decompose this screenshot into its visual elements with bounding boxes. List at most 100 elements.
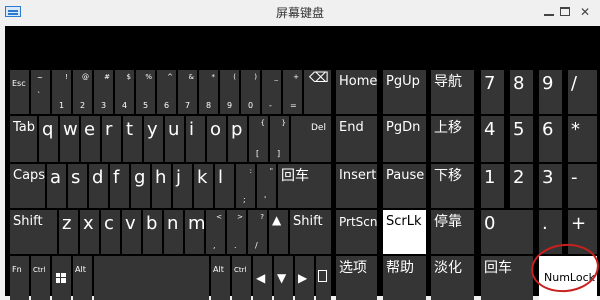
key-6[interactable]: ^ 6 — [157, 70, 176, 114]
numpad-7[interactable]: 7 — [481, 70, 504, 114]
key-insert[interactable]: Insert — [336, 164, 377, 208]
key-pause[interactable]: Pause — [383, 164, 426, 208]
key-2[interactable]: @2 — [73, 70, 92, 114]
key-4[interactable]: $4 — [115, 70, 134, 114]
key-alt-right[interactable]: Alt — [211, 256, 230, 300]
key-v[interactable]: v — [122, 210, 141, 254]
maximize-button[interactable] — [555, 4, 575, 20]
key-esc[interactable]: Esc — [10, 70, 29, 114]
key-1[interactable]: ! 1 — [52, 70, 71, 114]
key-shift-right[interactable]: Shift — [290, 210, 331, 254]
key-help[interactable]: 帮助 — [383, 256, 426, 300]
key-caps[interactable]: Caps — [10, 164, 45, 208]
key-move-down[interactable]: 下移 — [431, 164, 474, 208]
key-0[interactable]: ) 0 — [241, 70, 260, 114]
key-quote[interactable]: " ' — [257, 164, 276, 208]
key-s[interactable]: s — [68, 164, 87, 208]
key-fn[interactable]: Fn — [10, 256, 29, 300]
key-y[interactable]: y — [144, 116, 163, 162]
key-move-up[interactable]: 上移 — [431, 116, 474, 162]
numpad-enter[interactable]: 回车 — [481, 256, 533, 300]
key-r[interactable]: r — [102, 116, 121, 162]
key-w[interactable]: w — [60, 116, 79, 162]
key-o[interactable]: o — [207, 116, 226, 162]
numpad-dot[interactable]: . — [539, 210, 562, 254]
key-enter[interactable]: 回车 — [278, 164, 331, 208]
key-ctrl-left[interactable]: Ctrl — [31, 256, 50, 300]
key-n[interactable]: n — [164, 210, 183, 254]
numpad-0[interactable]: 0 — [481, 210, 533, 254]
numpad-4[interactable]: 4 — [481, 116, 504, 162]
key-up-arrow[interactable]: ▲ — [269, 210, 288, 254]
key-semicolon[interactable]: :; — [236, 164, 255, 208]
numpad-plus[interactable]: + — [568, 210, 597, 254]
key-z[interactable]: z — [59, 210, 78, 254]
key-period[interactable]: >. — [227, 210, 246, 254]
key-u[interactable]: u — [165, 116, 184, 162]
key-fade[interactable]: 淡化 — [431, 256, 474, 300]
numpad-2[interactable]: 2 — [510, 164, 533, 208]
numpad-star[interactable]: * — [568, 116, 597, 162]
key-down-arrow[interactable]: ▼ — [274, 256, 293, 300]
key-e[interactable]: e — [81, 116, 100, 162]
key-tab[interactable]: Tab — [10, 116, 37, 162]
key-k[interactable]: k — [194, 164, 213, 208]
key-i[interactable]: i — [186, 116, 205, 162]
numpad-9[interactable]: 9 — [539, 70, 562, 114]
key-home[interactable]: Home — [336, 70, 377, 114]
key-alt-left[interactable]: Alt — [73, 256, 92, 300]
key-right-arrow[interactable]: ▶ — [295, 256, 314, 300]
key-options[interactable]: 选项 — [336, 256, 377, 300]
numpad-minus[interactable]: - — [568, 164, 597, 208]
key-d[interactable]: d — [89, 164, 108, 208]
key-ctrl-right[interactable]: Ctrl — [232, 256, 251, 300]
key-9[interactable]: (9 — [220, 70, 239, 114]
key-numlock[interactable]: NumLock — [539, 256, 597, 300]
key-b[interactable]: b — [143, 210, 162, 254]
key-j[interactable]: j — [173, 164, 192, 208]
key-5[interactable]: % 5 — [136, 70, 155, 114]
key-c[interactable]: c — [101, 210, 120, 254]
key-rbracket[interactable]: }] — [270, 116, 289, 162]
key-space[interactable] — [94, 256, 209, 300]
key-lbracket[interactable]: {[ — [249, 116, 268, 162]
numpad-1[interactable]: 1 — [481, 164, 504, 208]
key-a[interactable]: a — [47, 164, 66, 208]
key-backspace[interactable]: ⌫ — [304, 70, 331, 114]
key-end[interactable]: End — [336, 116, 377, 162]
key-navigate[interactable]: 导航 — [431, 70, 474, 114]
key-p[interactable]: p — [228, 116, 247, 162]
numpad-slash[interactable]: / — [568, 70, 597, 114]
key-pgup[interactable]: PgUp — [383, 70, 426, 114]
key-x[interactable]: x — [80, 210, 99, 254]
key-7[interactable]: & 7 — [178, 70, 197, 114]
numpad-8[interactable]: 8 — [510, 70, 533, 114]
key-h[interactable]: h — [152, 164, 171, 208]
key-left-arrow[interactable]: ◀ — [253, 256, 272, 300]
numpad-3[interactable]: 3 — [539, 164, 562, 208]
key-t[interactable]: t — [123, 116, 142, 162]
key-comma[interactable]: <, — [206, 210, 225, 254]
key-minus[interactable]: _ - — [262, 70, 281, 114]
key-windows[interactable] — [52, 256, 71, 300]
key-g[interactable]: g — [131, 164, 150, 208]
key-pgdn[interactable]: PgDn — [383, 116, 426, 162]
key-3[interactable]: #3 — [94, 70, 113, 114]
key-menu[interactable] — [316, 256, 331, 300]
key-dock[interactable]: 停靠 — [431, 210, 474, 254]
key-l[interactable]: l — [215, 164, 234, 208]
key-equal[interactable]: + = — [283, 70, 302, 114]
key-slash[interactable]: ? / — [248, 210, 267, 254]
key-q[interactable]: q — [39, 116, 58, 162]
key-m[interactable]: m — [185, 210, 204, 254]
numpad-5[interactable]: 5 — [510, 116, 533, 162]
numpad-6[interactable]: 6 — [539, 116, 562, 162]
key-del[interactable]: Del — [291, 116, 331, 162]
key-prtscn[interactable]: PrtScn — [336, 210, 377, 254]
close-button[interactable]: ✕ — [575, 4, 595, 20]
key-8[interactable]: * 8 — [199, 70, 218, 114]
key-scrlk[interactable]: ScrLk — [383, 210, 426, 254]
key-backtick[interactable]: ~ ` — [31, 70, 50, 114]
key-f[interactable]: f — [110, 164, 129, 208]
key-shift-left[interactable]: Shift — [10, 210, 57, 254]
